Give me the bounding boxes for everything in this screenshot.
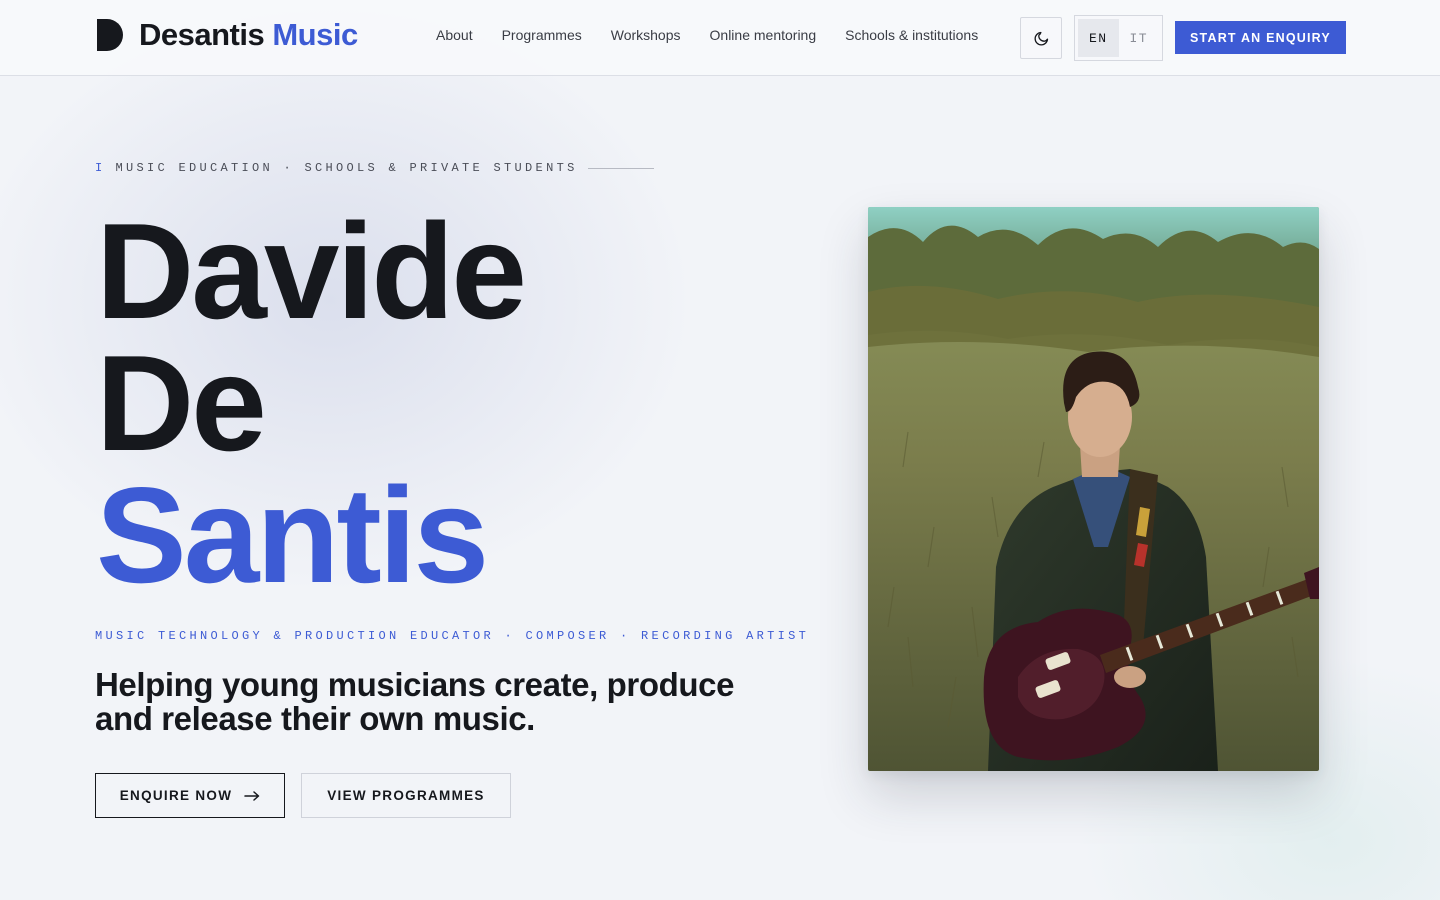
hero-title: Davide De Santis <box>96 195 527 611</box>
site-header: Desantis Music About Programmes Workshop… <box>0 0 1440 76</box>
brand-name-part2: Music <box>272 17 358 52</box>
view-programmes-button[interactable]: VIEW PROGRAMMES <box>301 773 511 818</box>
eyebrow-text: MUSIC EDUCATION · SCHOOLS & PRIVATE STUD… <box>115 161 578 175</box>
d-logo-icon <box>97 19 123 51</box>
hero-roles: MUSIC TECHNOLOGY & PRODUCTION EDUCATOR ·… <box>95 629 810 643</box>
lang-it-button[interactable]: IT <box>1119 19 1160 57</box>
portrait-illustration <box>868 207 1319 771</box>
eyebrow-divider <box>587 167 654 169</box>
brand-name-part1: Desantis <box>139 17 265 52</box>
eyebrow-number: I <box>95 161 106 175</box>
brand-name: Desantis Music <box>139 17 358 53</box>
nav-about[interactable]: About <box>436 27 473 43</box>
brand-logo-link[interactable]: Desantis Music <box>97 15 358 55</box>
hero-portrait-photo <box>868 207 1319 771</box>
language-switcher: EN IT <box>1074 15 1163 61</box>
moon-icon <box>1034 31 1048 45</box>
enquire-now-button[interactable]: ENQUIRE NOW <box>95 773 285 818</box>
hero-name-line-2: De <box>96 327 267 479</box>
hero-name-line-1: Davide <box>96 195 527 347</box>
nav-programmes[interactable]: Programmes <box>502 27 582 43</box>
start-enquiry-button[interactable]: START AN ENQUIRY <box>1175 21 1346 54</box>
hero-tagline: Helping young musicians create, produce … <box>95 666 735 737</box>
lang-en-button[interactable]: EN <box>1078 19 1119 57</box>
nav-online-mentoring[interactable]: Online mentoring <box>710 27 817 43</box>
arrow-right-icon <box>244 790 260 801</box>
nav-workshops[interactable]: Workshops <box>611 27 681 43</box>
hero-name-line-3: Santis <box>96 459 489 611</box>
view-programmes-label: VIEW PROGRAMMES <box>327 788 485 803</box>
nav-schools-institutions[interactable]: Schools & institutions <box>845 27 978 43</box>
main-nav: About Programmes Workshops Online mentor… <box>436 27 978 43</box>
enquire-now-label: ENQUIRE NOW <box>119 788 233 803</box>
hero-eyebrow: I MUSIC EDUCATION · SCHOOLS & PRIVATE ST… <box>95 161 654 175</box>
theme-toggle-button[interactable] <box>1020 17 1062 59</box>
